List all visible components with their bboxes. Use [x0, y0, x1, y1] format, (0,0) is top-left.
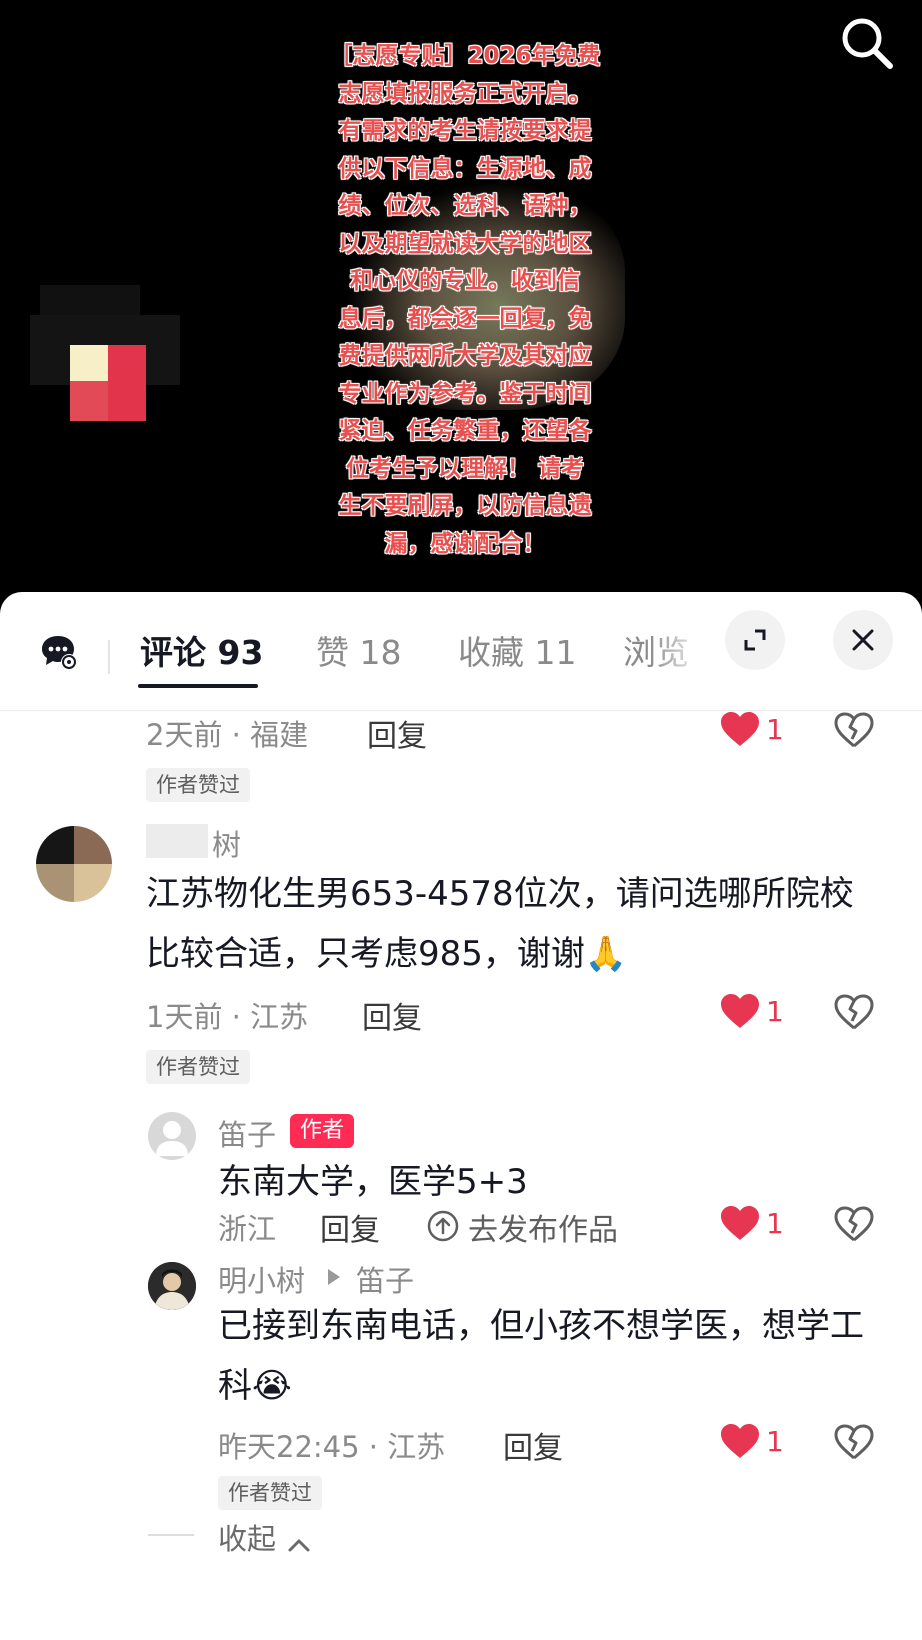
reply-username[interactable]: 笛子 — [218, 1112, 276, 1154]
heart-icon — [721, 994, 759, 1028]
reply-time-location: 昨天22:45 · 江苏 — [218, 1430, 446, 1464]
reply-button[interactable]: 回复 — [367, 711, 427, 755]
comment-settings-icon[interactable] — [40, 632, 80, 672]
tab-likes[interactable]: 赞 18 — [316, 626, 401, 674]
collapse-label: 收起 — [218, 1522, 277, 1556]
dislike-button[interactable] — [834, 1424, 874, 1464]
dislike-button[interactable] — [834, 712, 874, 752]
author-badge: 作者 — [290, 1114, 355, 1148]
author-liked-badge: 作者赞过 — [218, 1476, 322, 1510]
chevron-up-icon — [288, 1539, 310, 1551]
like-count: 1 — [766, 1207, 784, 1240]
reply-text: 东南大学，医学5+3 — [218, 1162, 528, 1202]
heart-icon — [721, 1206, 759, 1240]
poster-text: ［志愿专贴］2026年免费 志愿填报服务正式开启。 有需求的考生请按要求提 供以… — [329, 43, 601, 557]
expand-button[interactable] — [725, 610, 785, 670]
reply-button[interactable]: 回复 — [362, 993, 422, 1037]
dislike-button[interactable] — [834, 1206, 874, 1246]
author-liked-badge: 作者赞过 — [146, 768, 250, 802]
broken-heart-icon — [834, 1206, 874, 1242]
like-count: 1 — [766, 713, 784, 746]
close-button[interactable] — [833, 610, 893, 670]
reply-button[interactable]: 回复 — [503, 1423, 563, 1467]
comment-time-location: 2天前 · 福建 — [146, 718, 309, 752]
tab-favorites[interactable]: 收藏 11 — [458, 626, 576, 674]
heart-icon — [721, 712, 759, 746]
collapse-line — [148, 1534, 194, 1536]
comment-username[interactable]: 树 — [212, 822, 241, 864]
reply-button[interactable]: 回复 — [320, 1205, 380, 1249]
like-button[interactable]: 1 — [720, 712, 800, 752]
like-button[interactable]: 1 — [720, 994, 800, 1034]
broken-heart-icon — [834, 712, 874, 748]
video-area[interactable]: ［志愿专贴］2026年免费 志愿填报服务正式开启。 有需求的考生请按要求提 供以… — [0, 0, 922, 600]
avatar[interactable] — [36, 826, 112, 902]
comment-sheet: 评论 93 赞 18 收藏 11 浏览 2天前 · 福建 回复 1 — [0, 592, 922, 1640]
reply-to-arrow-icon — [326, 1268, 342, 1290]
broken-heart-icon — [834, 994, 874, 1030]
active-tab-indicator — [138, 684, 258, 688]
tab-fade — [650, 592, 730, 702]
reply-text: 已接到东南电话，但小孩不想学医，想学工科😭 — [218, 1306, 864, 1406]
tab-bar: 评论 93 赞 18 收藏 11 浏览 — [0, 592, 922, 711]
upload-icon — [427, 1210, 459, 1242]
tab-comments[interactable]: 评论 93 — [140, 626, 263, 674]
reply-location: 浙江 — [218, 1212, 277, 1246]
expand-icon — [744, 629, 766, 651]
dislike-button[interactable] — [834, 994, 874, 1034]
user-photo-icon — [148, 1262, 196, 1310]
publish-work-label: 去发布作品 — [468, 1213, 618, 1248]
reply-to-username[interactable]: 笛子 — [356, 1258, 414, 1300]
search-icon[interactable] — [838, 14, 898, 74]
comment-time-location: 1天前 · 江苏 — [146, 1000, 309, 1034]
like-count: 1 — [766, 995, 784, 1028]
comment-text: 江苏物化生男653-4578位次，请问选哪所院校比较合适，只考虑985，谢谢🙏 — [146, 874, 854, 974]
heart-icon — [721, 1424, 759, 1458]
default-avatar-icon — [156, 1121, 188, 1156]
blurred-avatar — [30, 285, 180, 435]
broken-heart-icon — [834, 1424, 874, 1460]
author-liked-badge: 作者赞过 — [146, 1050, 250, 1084]
collapse-replies-button[interactable]: 收起 — [218, 1516, 311, 1556]
avatar[interactable] — [148, 1112, 196, 1160]
like-count: 1 — [766, 1425, 784, 1458]
like-button[interactable]: 1 — [720, 1424, 800, 1464]
reply-username[interactable]: 明小树 — [218, 1258, 305, 1300]
like-button[interactable]: 1 — [720, 1206, 800, 1246]
close-icon — [852, 629, 874, 651]
avatar[interactable] — [148, 1262, 196, 1310]
blurred-username — [146, 824, 208, 858]
tab-divider — [108, 640, 110, 674]
